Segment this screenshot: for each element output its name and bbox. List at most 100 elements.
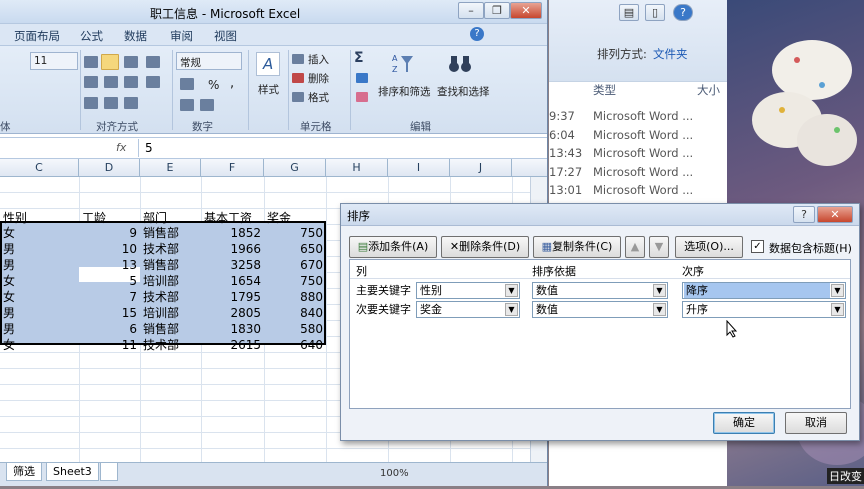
file-row-time[interactable]: 13:01 (549, 181, 582, 199)
tab-sheet3[interactable]: Sheet3 (46, 463, 99, 481)
dialog-titlebar: 排序 ? ✕ (341, 204, 859, 226)
table-cell[interactable]: 10 (82, 241, 137, 257)
chevron-down-icon: ▼ (831, 284, 844, 297)
chevron-down-icon: ▼ (653, 303, 666, 316)
secondary-sort-on-select[interactable]: 数值 ▼ (532, 301, 668, 318)
secondary-column-select[interactable]: 奖金 ▼ (416, 301, 520, 318)
table-cell[interactable]: 650 (267, 241, 323, 257)
header-cell[interactable]: 性别 (3, 210, 76, 226)
table-cell[interactable]: 技术部 (143, 337, 198, 353)
col-header-order: 次序 (682, 265, 704, 278)
table-cell[interactable]: 1795 (204, 289, 261, 305)
has-headers-label: 数据包含标题(H) (769, 242, 852, 255)
options-button[interactable]: 选项(O)... (675, 236, 743, 258)
table-cell[interactable]: 女 (3, 337, 76, 353)
table-cell[interactable]: 1830 (204, 321, 261, 337)
table-cell[interactable]: 男 (3, 321, 76, 337)
header-cell[interactable]: 奖金 (267, 210, 323, 226)
dialog-help-button[interactable]: ? (793, 206, 815, 223)
table-cell[interactable]: 2805 (204, 305, 261, 321)
dialog-title: 排序 (347, 209, 370, 223)
table-cell[interactable]: 1966 (204, 241, 261, 257)
arrow-down-icon: ▼ (654, 240, 664, 253)
chevron-down-icon: ▼ (505, 303, 518, 316)
copy-level-button[interactable]: ▦复制条件(C) (533, 236, 621, 258)
table-cell[interactable]: 5 (82, 273, 137, 289)
file-row-type[interactable]: Microsoft Word ... (593, 181, 693, 199)
copy-icon: ▦ (541, 240, 553, 253)
delete-icon: ✕ (449, 240, 460, 253)
table-cell[interactable]: 3258 (204, 257, 261, 273)
dialog-close-button[interactable]: ✕ (817, 206, 853, 223)
table-cell[interactable]: 销售部 (143, 257, 198, 273)
table-cell[interactable]: 女 (3, 225, 76, 241)
primary-sort-on-select[interactable]: 数值 ▼ (532, 282, 668, 299)
table-cell[interactable]: 6 (82, 321, 137, 337)
delete-level-button[interactable]: ✕删除条件(D) (441, 236, 529, 258)
table-cell[interactable]: 7 (82, 289, 137, 305)
chevron-down-icon: ▼ (653, 284, 666, 297)
table-cell[interactable]: 13 (82, 257, 137, 273)
sort-dialog: 排序 ? ✕ ▤添加条件(A) ✕删除条件(D) ▦复制条件(C) ▲ ▼ 选项… (340, 203, 860, 441)
table-cell[interactable]: 女 (3, 289, 76, 305)
file-row-time[interactable]: 13:43 (549, 144, 582, 162)
chevron-down-icon: ▼ (831, 303, 844, 316)
table-cell[interactable]: 技术部 (143, 289, 198, 305)
header-cell[interactable]: 基本工资 (204, 210, 261, 226)
file-row-type[interactable]: Microsoft Word ... (593, 107, 693, 125)
level-secondary-label: 次要关键字 (356, 303, 411, 316)
move-down-button[interactable]: ▼ (649, 236, 669, 258)
table-cell[interactable]: 840 (267, 305, 323, 321)
table-cell[interactable]: 9 (82, 225, 137, 241)
table-cell[interactable]: 880 (267, 289, 323, 305)
col-header-column: 列 (356, 265, 367, 278)
file-row-time[interactable]: 17:27 (549, 163, 582, 181)
zoom-level[interactable]: 100% (380, 468, 409, 479)
chevron-down-icon: ▼ (505, 284, 518, 297)
col-header-sort-on: 排序依据 (532, 265, 576, 278)
primary-order-select[interactable]: 降序 ▼ (682, 282, 846, 299)
table-cell[interactable]: 1654 (204, 273, 261, 289)
table-cell[interactable]: 640 (267, 337, 323, 353)
secondary-order-select[interactable]: 升序 ▼ (682, 301, 846, 318)
file-row-time[interactable]: 6:04 (549, 126, 575, 144)
file-row-time[interactable]: 9:37 (549, 107, 575, 125)
arrow-up-icon: ▲ (630, 240, 640, 253)
table-cell[interactable]: 15 (82, 305, 137, 321)
primary-column-select[interactable]: 性别 ▼ (416, 282, 520, 299)
table-cell[interactable]: 销售部 (143, 321, 198, 337)
file-row-type[interactable]: Microsoft Word ... (593, 163, 693, 181)
add-level-button[interactable]: ▤添加条件(A) (349, 236, 437, 258)
cancel-button[interactable]: 取消 (785, 412, 847, 434)
table-cell[interactable]: 技术部 (143, 241, 198, 257)
sheet-tabs: 筛选 Sheet3 100% (0, 462, 547, 486)
has-headers-checkbox[interactable]: ✓ (751, 240, 764, 253)
add-icon: ▤ (357, 240, 369, 253)
ok-button[interactable]: 确定 (713, 412, 775, 434)
table-cell[interactable]: 女 (3, 273, 76, 289)
file-row-type[interactable]: Microsoft Word ... (593, 126, 693, 144)
table-cell[interactable]: 750 (267, 273, 323, 289)
table-cell[interactable]: 11 (82, 337, 137, 353)
table-cell[interactable]: 男 (3, 241, 76, 257)
watermark-text: 日改变 (827, 468, 864, 484)
table-cell[interactable]: 1852 (204, 225, 261, 241)
table-cell[interactable]: 2615 (204, 337, 261, 353)
move-up-button[interactable]: ▲ (625, 236, 645, 258)
sort-levels-grid: 列 排序依据 次序 主要关键字 性别 ▼ 数值 ▼ 降序 ▼ 次要关键字 奖金 ▼ 数值… (349, 259, 851, 409)
level-primary-label: 主要关键字 (356, 284, 411, 297)
table-cell[interactable]: 670 (267, 257, 323, 273)
table-cell[interactable]: 580 (267, 321, 323, 337)
table-cell[interactable]: 750 (267, 225, 323, 241)
header-cell[interactable]: 部门 (143, 210, 198, 226)
file-row-type[interactable]: Microsoft Word ... (593, 144, 693, 162)
table-cell[interactable]: 销售部 (143, 225, 198, 241)
tab-filter[interactable]: 筛选 (6, 463, 42, 481)
table-cell[interactable]: 男 (3, 257, 76, 273)
header-cell[interactable]: 工龄 (82, 210, 137, 226)
new-sheet-icon[interactable] (100, 463, 118, 481)
mouse-cursor-icon (726, 320, 738, 338)
table-cell[interactable]: 培训部 (143, 273, 198, 289)
table-cell[interactable]: 男 (3, 305, 76, 321)
table-cell[interactable]: 培训部 (143, 305, 198, 321)
